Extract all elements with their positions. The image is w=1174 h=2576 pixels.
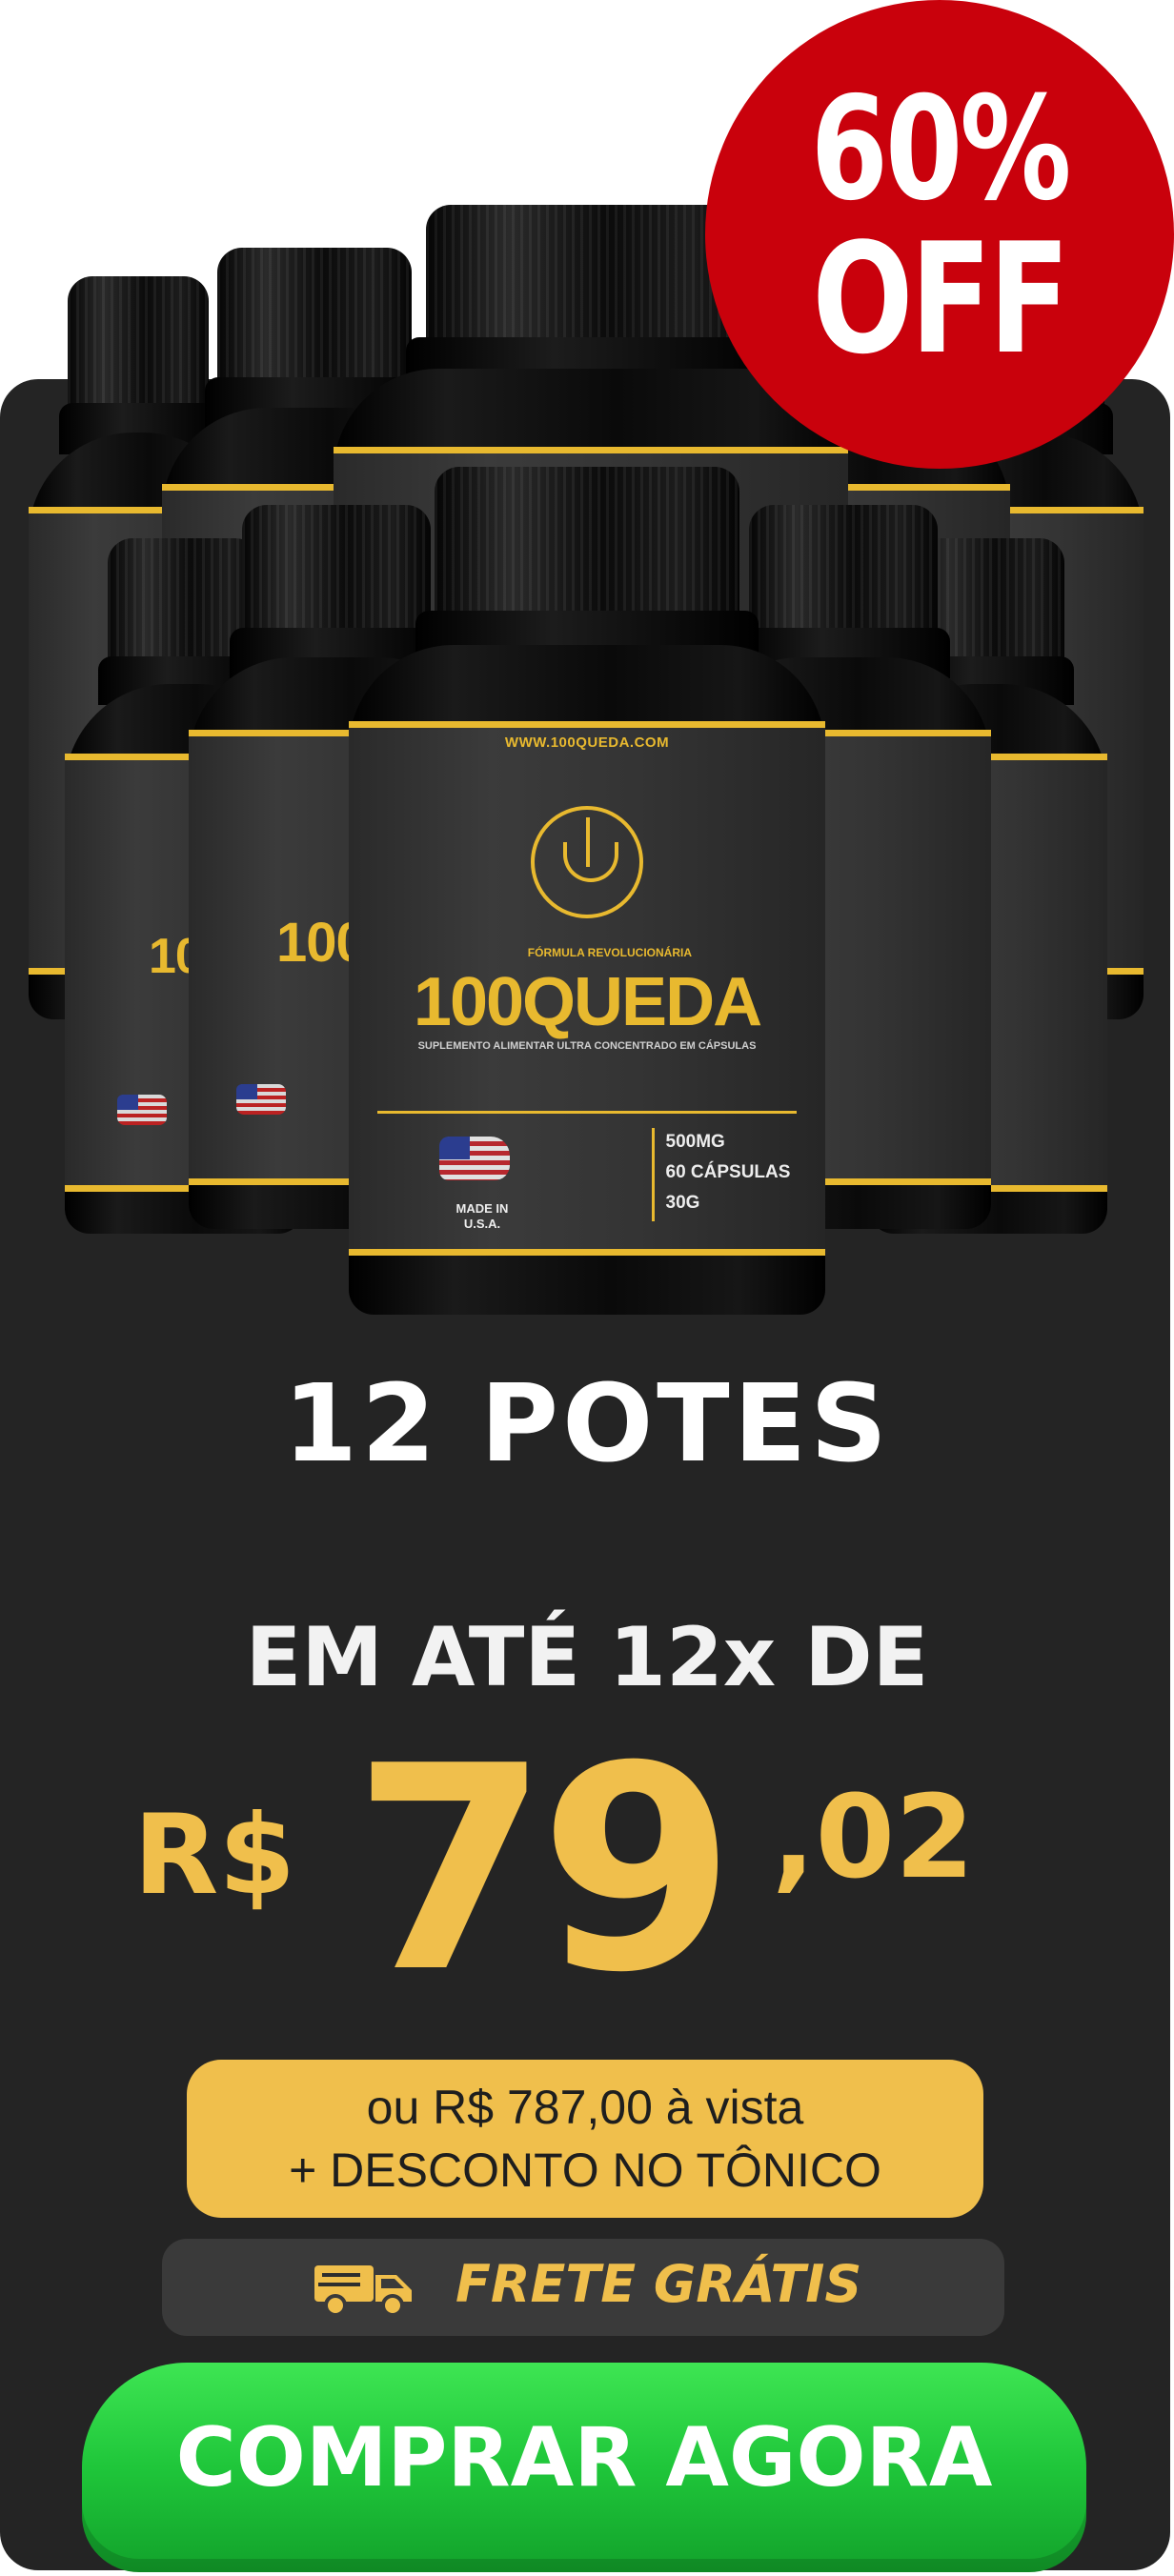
jar-url: WWW.100QUEDA.COM [504,735,670,752]
cash-price-box: ou R$ 787,00 à vista + DESCONTO NO TÔNIC… [187,2060,983,2218]
jar-brand: 100QUEDA [413,963,762,1040]
jar-subtitle: SUPLEMENTO ALIMENTAR ULTRA CONCENTRADO E… [417,1039,757,1052]
usa-flag-icon [439,1137,510,1181]
discount-badge: 60% OFF [705,0,1174,469]
jar-divider [651,1128,655,1222]
front-jar: WWW.100QUEDA.COM FÓRMULA REVOLUCIONÁRIA … [349,467,825,1315]
price-cents: ,02 [772,1772,975,1904]
price-integer: 79 [353,1705,736,2034]
cash-price-text: ou R$ 787,00 à vista [366,2081,804,2134]
jar-spec: 500MG [665,1131,725,1152]
usa-flag-icon [235,1084,286,1115]
package-quantity: 12 POTES [283,1362,891,1486]
tonic-discount-text: + DESCONTO NO TÔNICO [289,2143,881,2197]
free-shipping-text: FRETE GRÁTIS [455,2254,862,2314]
free-shipping-bar: FRETE GRÁTIS [162,2239,1004,2336]
buy-now-button[interactable]: COMPRAR AGORA [82,2363,1086,2572]
jar-spec: 30G [665,1192,700,1213]
price-currency: R$ [133,1791,296,1920]
discount-off: OFF [812,210,1069,388]
installments-text: EM ATÉ 12x DE [245,1610,929,1705]
discount-percent: 60% [810,67,1072,232]
truck-icon [314,2265,412,2317]
hair-follicle-icon [531,806,643,918]
jar-divider [377,1111,797,1115]
usa-flag-icon [117,1095,167,1125]
jar-made-in: MADE IN U.S.A. [455,1200,509,1231]
jar-formula-tag: FÓRMULA REVOLUCIONÁRIA [527,945,692,959]
jar-spec: 60 CÁPSULAS [665,1161,791,1182]
